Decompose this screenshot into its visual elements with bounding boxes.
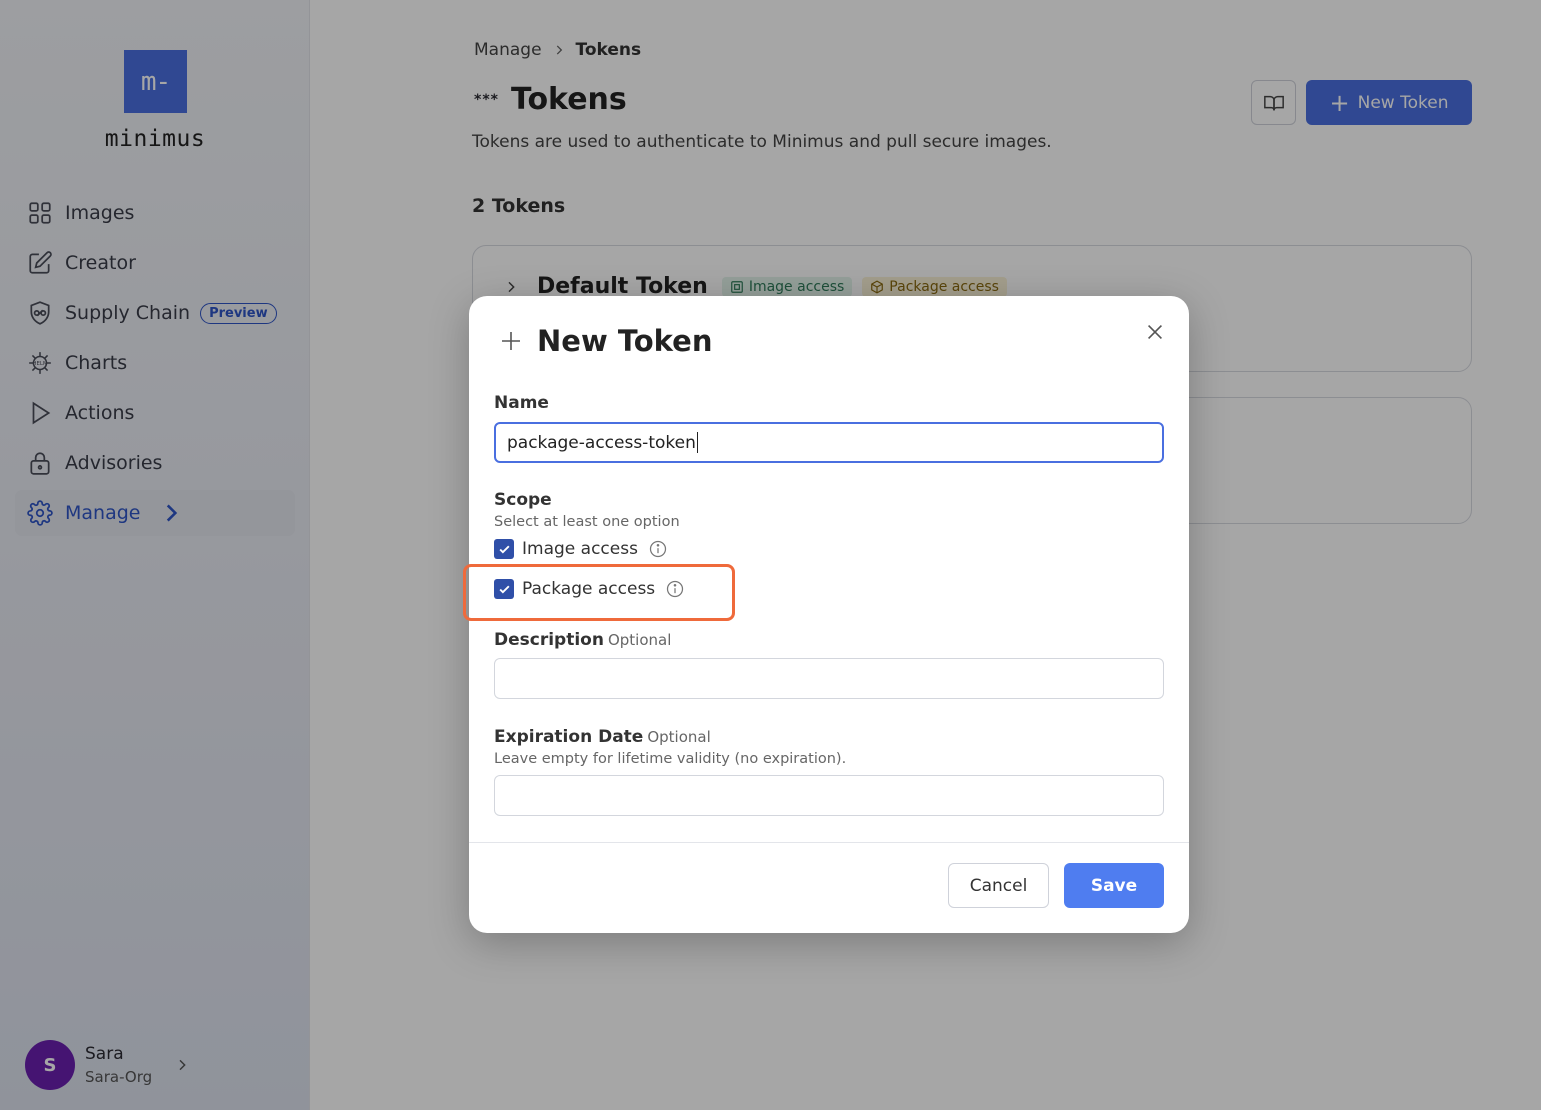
checkmark-icon [498, 545, 510, 554]
text-caret [696, 432, 698, 453]
expiration-label: Expiration Date Optional [494, 727, 711, 747]
package-access-label: Package access [522, 579, 656, 599]
name-input[interactable]: package-access-token [494, 422, 1164, 463]
save-button[interactable]: Save [1064, 863, 1164, 908]
cancel-button[interactable]: Cancel [948, 863, 1049, 908]
info-icon[interactable] [665, 579, 685, 599]
dialog-divider [469, 842, 1189, 843]
name-label: Name [494, 393, 549, 413]
expiration-hint: Leave empty for lifetime validity (no ex… [494, 751, 847, 767]
description-label: Description Optional [494, 630, 671, 650]
plus-icon [502, 332, 520, 350]
info-icon[interactable] [648, 539, 668, 559]
image-access-option[interactable]: Image access [494, 539, 668, 559]
package-access-checkbox[interactable] [494, 579, 514, 599]
dialog-title: New Token [499, 324, 713, 358]
expiration-label-text: Expiration Date [494, 727, 644, 747]
package-access-option[interactable]: Package access [494, 579, 685, 599]
checkmark-icon [498, 585, 510, 594]
description-input[interactable] [494, 658, 1164, 699]
scope-label: Scope [494, 490, 552, 510]
expiration-date-input[interactable] [494, 775, 1164, 816]
scope-hint: Select at least one option [494, 514, 680, 530]
image-access-label: Image access [522, 539, 638, 559]
dialog-heading: New Token [537, 324, 713, 358]
new-token-dialog: New Token Name package-access-token Scop… [463, 296, 1189, 933]
name-input-value: package-access-token [507, 432, 696, 453]
image-access-checkbox[interactable] [494, 539, 514, 559]
description-label-text: Description [494, 630, 604, 650]
optional-tag: Optional [607, 631, 672, 649]
close-icon[interactable] [1144, 321, 1166, 343]
optional-tag: Optional [647, 728, 711, 746]
